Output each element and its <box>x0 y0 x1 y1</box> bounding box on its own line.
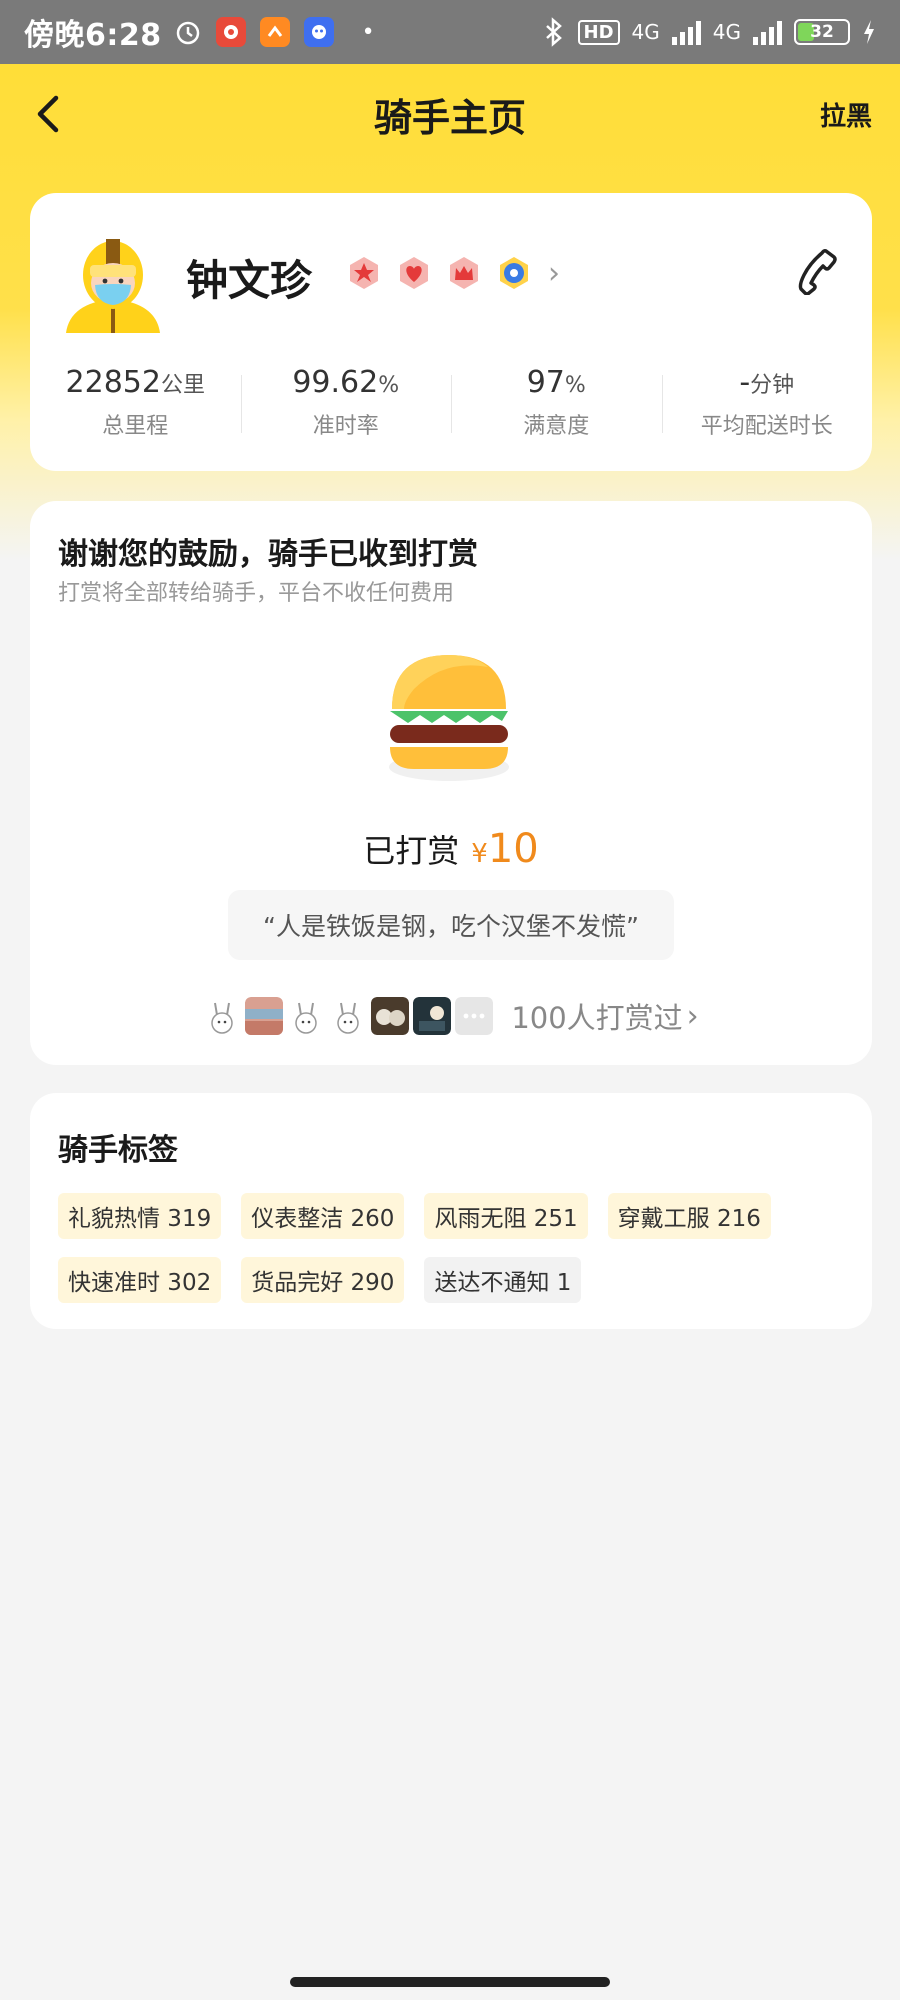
star-badge-icon <box>350 257 378 289</box>
tippers-chevron-icon: › <box>686 998 699 1034</box>
phone-icon[interactable] <box>796 247 840 295</box>
tip-amount-value: 10 <box>487 826 539 872</box>
tip-amount: 已打赏 ¥10 <box>30 826 872 872</box>
music-app-icon <box>215 17 246 47</box>
status-time: 傍晚6:28 <box>24 18 162 53</box>
stat-distance-value: 22852 <box>65 365 161 400</box>
notification-dot-icon: • <box>361 19 375 45</box>
stat-ontime: 99.62% 准时率 <box>240 365 452 445</box>
crown-badge-icon <box>450 257 478 289</box>
status-bar: 傍晚6:28 • HD 4G 4G 32 <box>0 0 900 64</box>
tipper-avatar <box>287 997 326 1035</box>
tip-subtitle: 打赏将全部转给骑手，平台不收任何费用 <box>58 581 455 606</box>
stat-satisfaction-label: 满意度 <box>523 414 590 439</box>
stat-satisfaction: 97% 满意度 <box>451 365 662 445</box>
tags-list: 礼貌热情 319 仪表整洁 260 风雨无阻 251 穿戴工服 216 快速准时… <box>58 1193 838 1303</box>
status-left-icons: • <box>174 17 375 47</box>
nav-bar: 骑手主页 拉黑 <box>0 64 900 164</box>
signal-icon-2 <box>753 19 782 45</box>
tipper-avatar <box>413 997 452 1035</box>
stat-distance: 22852公里 总里程 <box>30 365 241 445</box>
tipper-avatar <box>371 997 410 1035</box>
stat-avg-time: -分钟 平均配送时长 <box>661 365 873 445</box>
qq-app-icon <box>303 17 334 47</box>
back-icon[interactable] <box>26 90 74 138</box>
rider-tag: 货品完好 290 <box>241 1257 405 1303</box>
bluetooth-icon <box>545 17 562 47</box>
status-right-icons: HD 4G 4G 32 <box>542 17 876 47</box>
network-label-1: 4G <box>631 20 660 44</box>
network-label-2: 4G <box>712 20 741 44</box>
rider-tag: 礼貌热情 319 <box>58 1193 222 1239</box>
rider-tag-negative: 送达不通知 1 <box>424 1257 582 1303</box>
rider-name: 钟文珍 <box>186 256 313 305</box>
rider-badges[interactable]: › <box>346 255 560 291</box>
battery-icon: 32 <box>794 19 850 45</box>
stat-ontime-unit: % <box>378 373 400 398</box>
rider-stats: 22852公里 总里程 99.62% 准时率 97% 满意度 -分钟 平均配送时… <box>30 365 872 445</box>
heart-badge-icon <box>400 257 428 289</box>
stat-avg-time-unit: 分钟 <box>750 373 795 398</box>
stat-satisfaction-unit: % <box>564 373 586 398</box>
rider-tag: 仪表整洁 260 <box>241 1193 405 1239</box>
taobao-app-icon <box>259 17 290 47</box>
rider-avatar <box>66 239 160 333</box>
tipper-avatar <box>245 997 284 1035</box>
block-button[interactable]: 拉黑 <box>820 96 872 133</box>
tippers-row[interactable]: 100人打赏过 › <box>30 995 872 1037</box>
stat-ontime-value: 99.62 <box>292 365 379 400</box>
tags-title: 骑手标签 <box>58 1133 178 1168</box>
stat-distance-unit: 公里 <box>160 373 205 398</box>
signal-icon <box>671 19 701 45</box>
tags-card: 骑手标签 礼貌热情 319 仪表整洁 260 风雨无阻 251 穿戴工服 216… <box>30 1093 872 1329</box>
tipper-avatar <box>329 997 368 1035</box>
rider-tag: 穿戴工服 216 <box>607 1193 771 1239</box>
alarm-icon <box>176 21 199 45</box>
rider-tag: 风雨无阻 251 <box>424 1193 588 1239</box>
battery-level: 32 <box>810 22 834 42</box>
stat-distance-label: 总里程 <box>102 414 169 439</box>
more-tippers-icon <box>455 997 494 1035</box>
tip-card: 谢谢您的鼓励，骑手已收到打赏 打赏将全部转给骑手，平台不收任何费用 已打赏 ¥10… <box>30 501 872 1065</box>
burger-icon <box>389 655 509 781</box>
page-title: 骑手主页 <box>373 95 526 140</box>
gem-badge-icon <box>500 257 528 289</box>
tipper-avatar <box>203 997 242 1035</box>
badges-chevron-icon: › <box>548 255 560 291</box>
hd-badge: HD <box>577 19 620 45</box>
stat-avg-time-value: - <box>739 365 751 400</box>
tip-amount-label: 已打赏 <box>363 832 460 870</box>
tip-quote: “人是铁饭是钢，吃个汉堡不发慌” <box>228 890 674 960</box>
tip-title: 谢谢您的鼓励，骑手已收到打赏 <box>58 537 478 572</box>
rider-tag: 快速准时 302 <box>58 1257 222 1303</box>
tip-currency: ¥ <box>471 839 488 869</box>
rider-card: 钟文珍 › 22852公里 总里程 99.62% 准时率 97% 满意度 -分钟… <box>30 193 872 471</box>
stat-satisfaction-value: 97 <box>526 365 565 400</box>
stat-avg-time-label: 平均配送时长 <box>700 414 833 439</box>
tippers-count[interactable]: 100人打赏过 <box>511 995 682 1037</box>
home-indicator[interactable] <box>290 1977 610 1987</box>
stat-ontime-label: 准时率 <box>312 414 379 439</box>
charging-icon <box>864 20 874 44</box>
